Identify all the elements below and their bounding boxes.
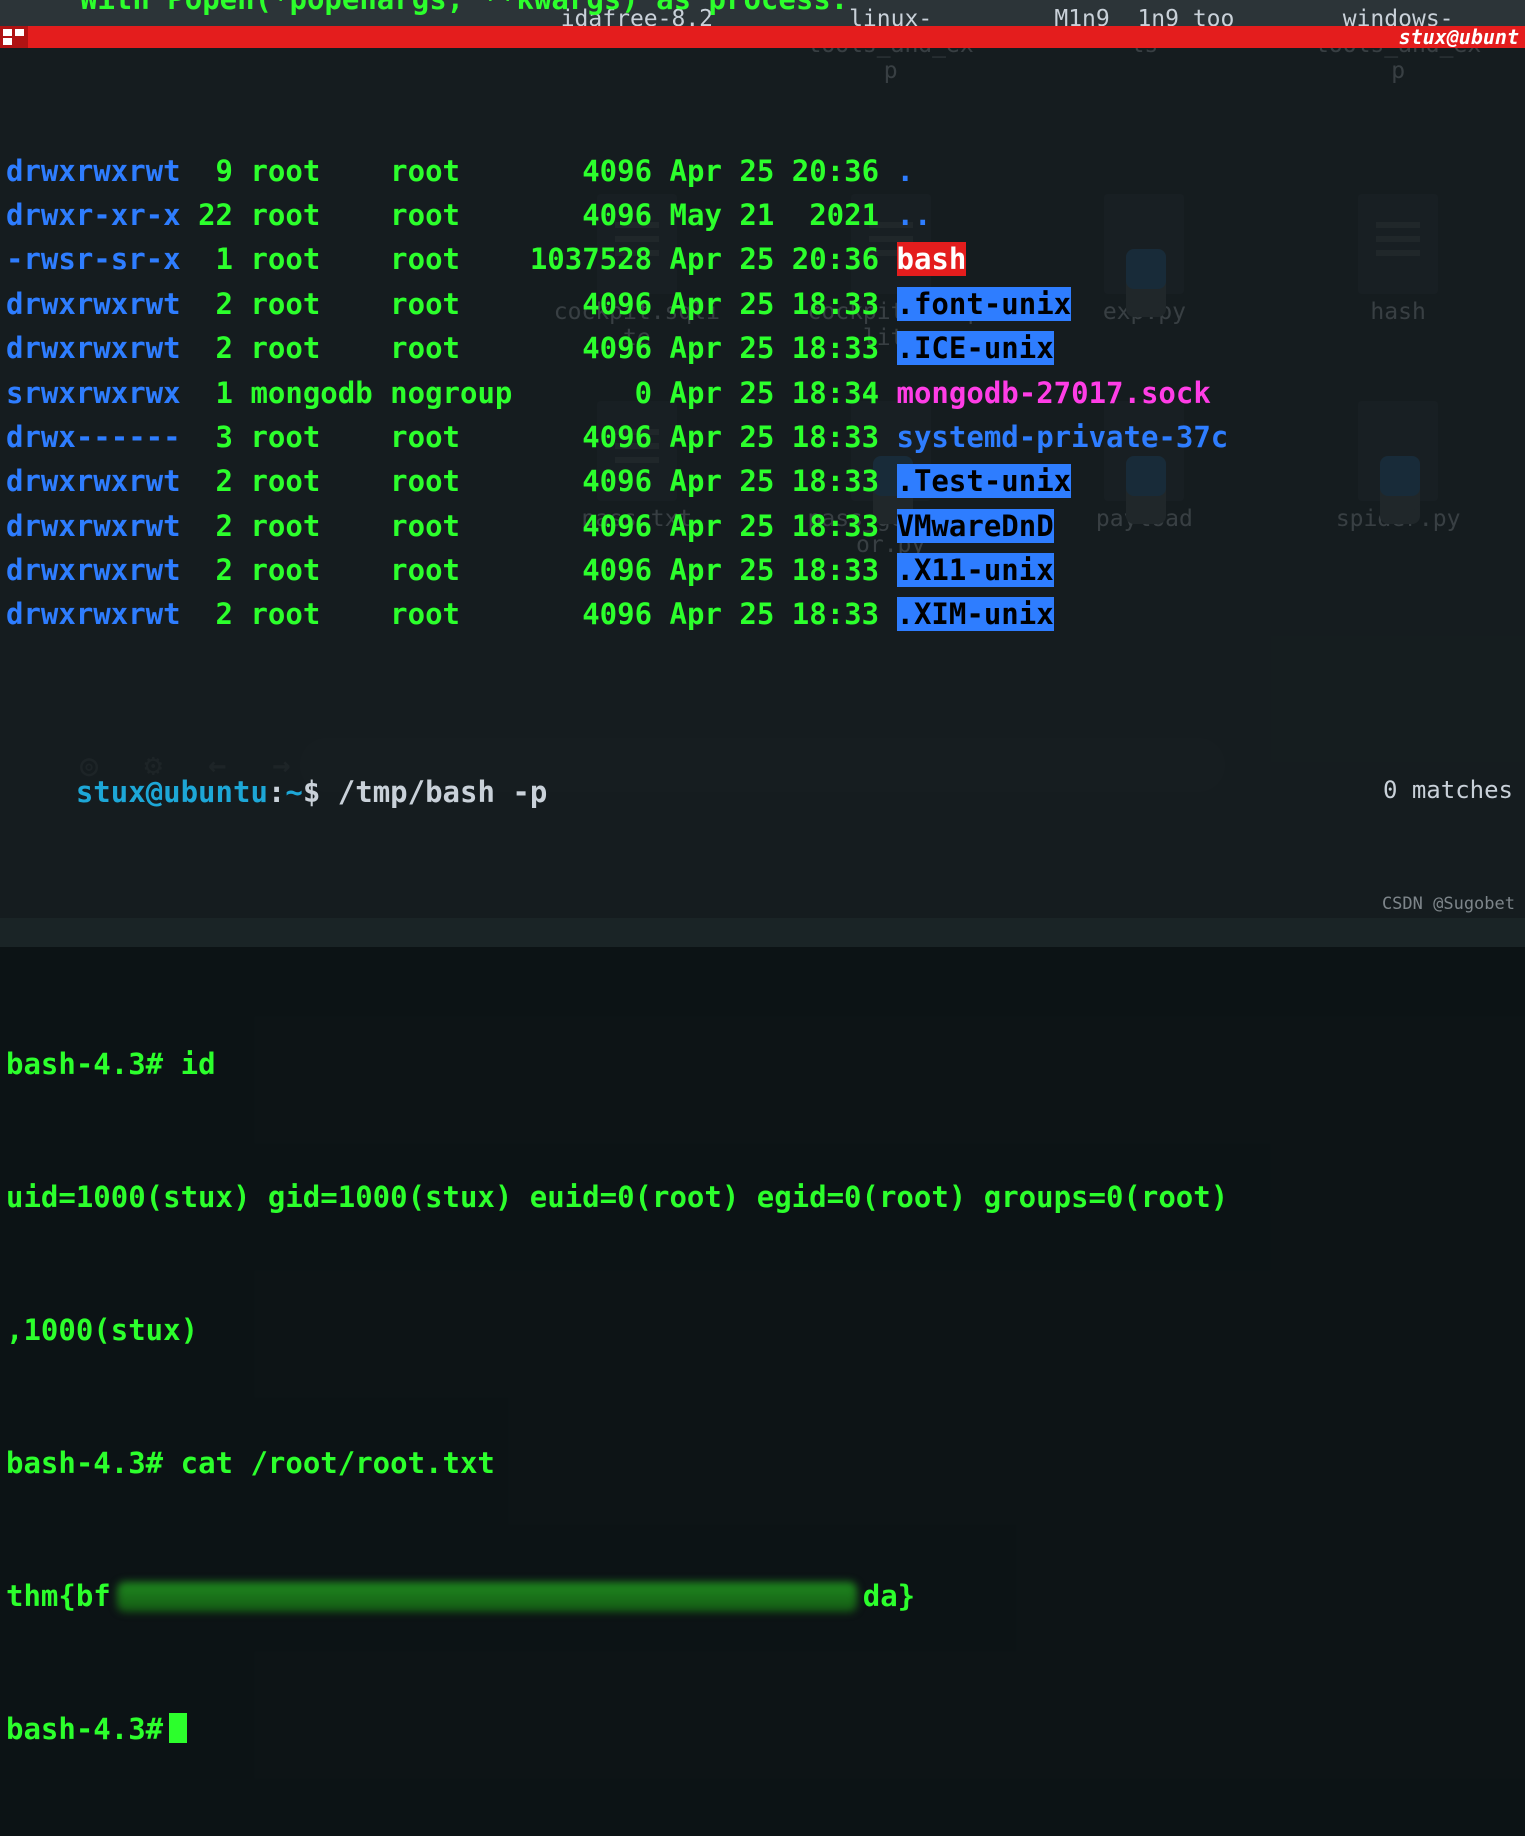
id-output: uid=1000(stux) gid=1000(stux) euid=0(roo… <box>6 1180 1228 1214</box>
ls-row: srwxrwxrwx 1 mongodb nogroup 0 Apr 25 18… <box>6 371 1519 415</box>
id-output-cont: ,1000(stux) <box>6 1313 198 1347</box>
root-shell-prompt: bash-4.3# <box>6 1446 163 1480</box>
window-titlebar[interactable]: stux@ubunt <box>0 26 1525 48</box>
ls-row: drwxrwxrwt 2 root root 4096 Apr 25 18:33… <box>6 504 1519 548</box>
flag-prefix: thm{bf <box>6 1579 111 1613</box>
window-title: stux@ubunt <box>1399 25 1525 49</box>
redacted-flag <box>117 1582 857 1612</box>
terminal-cursor <box>169 1713 187 1743</box>
ls-row: drwxrwxrwt 2 root root 4096 Apr 25 18:33… <box>6 282 1519 326</box>
flag-suffix: da} <box>863 1579 915 1613</box>
ls-row: drwxrwxrwt 9 root root 4096 Apr 25 20:36… <box>6 149 1519 193</box>
root-shell-prompt: bash-4.3# <box>6 1047 163 1081</box>
prompt-sep: : <box>268 775 285 809</box>
command-text: cat /root/root.txt <box>181 1446 495 1480</box>
terminal[interactable]: drwxrwxrwt 9 root root 4096 Apr 25 20:36… <box>0 48 1525 918</box>
search-matches-count: 0 matches <box>1383 776 1513 804</box>
shell-user: stux@ubuntu <box>76 775 268 809</box>
ls-row: drwxrwxrwt 2 root root 4096 Apr 25 18:33… <box>6 548 1519 592</box>
ls-output: drwxrwxrwt 9 root root 4096 Apr 25 20:36… <box>6 149 1519 637</box>
prompt-dollar: $ <box>303 775 320 809</box>
command-text: id <box>181 1047 216 1081</box>
watermark: CSDN @Sugobet <box>1382 894 1515 914</box>
ls-row: drwxrwxrwt 2 root root 4096 Apr 25 18:33… <box>6 592 1519 636</box>
ls-row: drwx------ 3 root root 4096 Apr 25 18:33… <box>6 415 1519 459</box>
ls-row: drwxrwxrwt 2 root root 4096 Apr 25 18:33… <box>6 326 1519 370</box>
ls-row: -rwsr-sr-x 1 root root 1037528 Apr 25 20… <box>6 237 1519 281</box>
i3-logo-icon <box>0 26 28 48</box>
root-shell-prompt: bash-4.3# <box>6 1712 163 1746</box>
ls-row: drwxr-xr-x 22 root root 4096 May 21 2021… <box>6 193 1519 237</box>
ls-row: drwxrwxrwt 2 root root 4096 Apr 25 18:33… <box>6 459 1519 503</box>
shell-path: ~ <box>285 775 302 809</box>
editor-code-line: With Popen(*popenargs, **kwargs) as proc… <box>80 0 848 16</box>
command-text: /tmp/bash -p <box>338 775 548 809</box>
